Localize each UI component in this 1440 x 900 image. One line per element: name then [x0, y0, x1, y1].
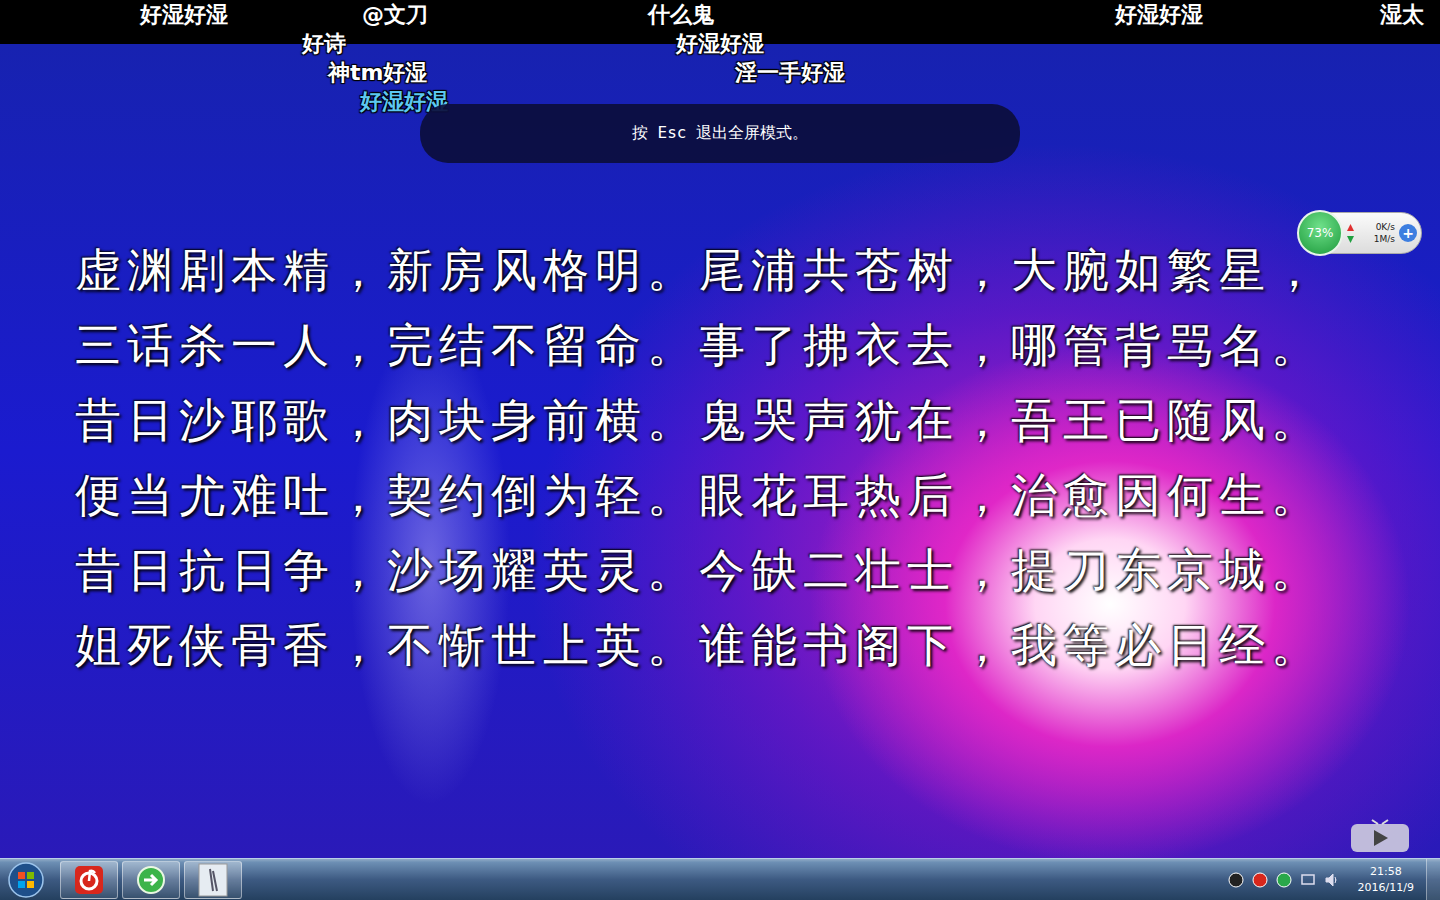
- taskbar-app[interactable]: [60, 861, 118, 899]
- volume-tray-icon[interactable]: [1324, 872, 1340, 888]
- danmaku-comment: 好湿好湿: [1115, 0, 1203, 29]
- poem-line: 便当尤难吐，契约倒为轻。眼花耳热后，治愈因何生。: [75, 469, 1323, 522]
- danmaku-comment: 湿太: [1380, 0, 1424, 29]
- system-tray: [1228, 872, 1346, 888]
- clock[interactable]: 21:582016/11/9: [1350, 864, 1422, 896]
- taskbar: 21:582016/11/9: [0, 858, 1440, 900]
- memory-percent[interactable]: 73%: [1297, 210, 1343, 256]
- qq-tray-icon[interactable]: [1228, 872, 1244, 888]
- taskbar-app[interactable]: [184, 861, 242, 899]
- download-arrow-icon: [1347, 236, 1354, 243]
- start-button[interactable]: [4, 860, 48, 900]
- download-speed: 1M/s: [1347, 234, 1395, 244]
- danmaku-comment: 好诗: [302, 29, 346, 58]
- network-tray-icon[interactable]: [1300, 872, 1316, 888]
- player-button[interactable]: [1350, 816, 1410, 852]
- danmaku-comment: 淫一手好湿: [735, 58, 845, 87]
- poem-line: 姐死侠骨香，不惭世上英。谁能书阁下，我等必日经。: [75, 619, 1323, 672]
- danmaku-comment: 好湿好湿: [676, 29, 764, 58]
- poem-line: 三话杀一人，完结不留命。事了拂衣去，哪管背骂名。: [75, 319, 1323, 372]
- music-app-icon: [74, 865, 104, 895]
- add-button[interactable]: +: [1399, 224, 1417, 242]
- fullscreen-notice: 按 Esc 退出全屏模式。: [420, 104, 1020, 163]
- speed-list: 0K/s 1M/s: [1343, 222, 1399, 244]
- poem-line: 昔日沙耶歌，肉块身前横。鬼哭声犹在，吾王已随风。: [75, 394, 1323, 447]
- poem-danmaku: 虚渊剧本精，新房风格明。尾浦共苍树，大腕如繁星， 三话杀一人，完结不留命。事了拂衣…: [75, 244, 1323, 672]
- poem-line: 昔日抗日争，沙场耀英灵。今缺二壮士，提刀东京城。: [75, 544, 1323, 597]
- windows-logo-icon: [7, 861, 45, 899]
- netease-tray-icon[interactable]: [1252, 872, 1268, 888]
- upload-arrow-icon: [1347, 224, 1354, 231]
- net-speed-widget[interactable]: 73% 0K/s 1M/s +: [1298, 212, 1422, 254]
- poem-line: 虚渊剧本精，新房风格明。尾浦共苍树，大腕如繁星，: [75, 244, 1323, 297]
- browser-app-icon: [136, 865, 166, 895]
- guard-tray-icon[interactable]: [1276, 872, 1292, 888]
- upload-speed: 0K/s: [1347, 222, 1395, 232]
- danmaku-comment: @文刀: [362, 0, 428, 29]
- show-desktop-button[interactable]: [1426, 859, 1440, 900]
- video-frame[interactable]: 虚渊剧本精，新房风格明。尾浦共苍树，大腕如繁星， 三话杀一人，完结不留命。事了拂衣…: [0, 44, 1440, 858]
- danmaku-comment: 好湿好湿: [140, 0, 228, 29]
- fullscreen-screen: 虚渊剧本精，新房风格明。尾浦共苍树，大腕如繁星， 三话杀一人，完结不留命。事了拂衣…: [0, 0, 1440, 900]
- image-app-icon: [198, 863, 228, 897]
- danmaku-comment: 神tm好湿: [328, 58, 427, 87]
- danmaku-comment: 什么鬼: [648, 0, 714, 29]
- taskbar-app[interactable]: [122, 861, 180, 899]
- tv-play-icon: [1350, 816, 1410, 852]
- letterbox-bar: [0, 0, 1440, 44]
